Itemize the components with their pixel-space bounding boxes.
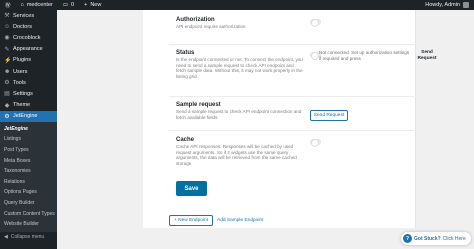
cache-description: Cache API responses. Responses will be c… — [176, 144, 297, 166]
add-sample-endpoint-link[interactable]: Add Sample Endpoint — [217, 218, 263, 223]
settings-icon: ▤ — [4, 91, 10, 98]
sidebar-item-users[interactable]: ☻ Users — [0, 66, 57, 77]
sidebar-item-label: JetEngine — [13, 113, 38, 120]
status-field: Status Is the endpoint connected or not.… — [176, 50, 436, 79]
sidebar-item-label: Services — [13, 12, 35, 19]
wrench-icon: ⚒ — [4, 13, 10, 20]
authorization-toggle[interactable] — [310, 19, 321, 27]
authorization-label: Authorization — [176, 17, 215, 23]
sidebar-item-label: Doctors — [13, 23, 32, 30]
sidebar-item-label: Appearance — [13, 46, 43, 53]
new-label: New — [90, 2, 102, 8]
submenu-item-query-builder[interactable]: Query Builder — [0, 198, 57, 209]
endpoint-settings-card: Authorization API endpoint require autho… — [143, 10, 436, 228]
wordpress-icon: Ⓦ — [5, 3, 11, 9]
sidebar-item-tools[interactable]: ⚙ Tools — [0, 77, 57, 88]
divider — [169, 130, 416, 131]
sidebar-item-label: Tools — [13, 79, 26, 86]
theme-icon: ◆ — [4, 102, 10, 109]
cache-toggle[interactable] — [310, 139, 321, 147]
new-endpoint-button[interactable]: + New Endpoint — [169, 215, 213, 226]
send-request-button[interactable]: Send Request — [310, 110, 348, 121]
sidebar-item-crocoblock[interactable]: ◉ Crocoblock — [0, 32, 57, 43]
help-label: Got Stuck? — [414, 235, 441, 242]
sample-request-label: Sample request — [176, 102, 221, 108]
cache-field: Cache Cache API responses. Responses wil… — [176, 137, 412, 166]
jetengine-submenu: JetEngine Listings Post Types Meta Boxes… — [0, 121, 57, 232]
crocoblock-icon: ◉ — [4, 35, 10, 42]
cache-label: Cache — [176, 137, 195, 143]
collapse-icon: ◀ — [4, 233, 8, 240]
admin-bar: Ⓦ ⌂ medcenter ▭ 0 + New Howdy, Admin — [0, 0, 474, 10]
divider — [169, 44, 416, 45]
submenu-item-website-builder[interactable]: Website Builder — [0, 219, 57, 230]
sidebar-item-label: Settings — [13, 90, 33, 97]
comments-link[interactable]: ▭ 0 — [58, 0, 79, 10]
tool-icon: ⚙ — [4, 80, 10, 87]
user-icon: ☻ — [4, 68, 11, 75]
plug-icon: ⚡ — [4, 57, 12, 64]
wp-logo-button[interactable]: Ⓦ — [0, 0, 16, 10]
submenu-item-jetengine[interactable]: JetEngine — [0, 124, 57, 135]
submenu-item-listings[interactable]: Listings — [0, 134, 57, 145]
sidebar-item-label: Plugins — [13, 57, 32, 64]
sidebar-item-settings[interactable]: ▤ Settings — [0, 88, 57, 99]
help-widget[interactable]: ? Got Stuck? Click Here — [401, 232, 471, 245]
endpoint-actions: + New Endpoint Add Sample Endpoint — [169, 215, 263, 226]
sample-request-description: Send a sample request to check API endpo… — [176, 109, 302, 120]
site-name-link[interactable]: ⌂ medcenter — [16, 0, 58, 10]
site-name: medcenter — [26, 2, 53, 8]
sidebar-item-doctors[interactable]: ☺ Doctors — [0, 21, 57, 32]
sidebar-item-plugins[interactable]: ⚡ Plugins — [0, 55, 57, 66]
avatar — [463, 2, 469, 8]
sidebar-item-label: Crocoblock — [13, 34, 41, 41]
sidebar-item-label: Theme — [13, 102, 31, 109]
status-send-request-link[interactable]: Send Request — [412, 50, 442, 62]
help-icon: ? — [403, 234, 412, 243]
jetengine-icon: ⚙ — [4, 113, 10, 120]
status-message: Not connected. Set up authorization sett… — [319, 50, 410, 61]
comment-icon: ▭ — [62, 2, 69, 8]
sidebar-item-jetengine[interactable]: ⚙ JetEngine — [0, 110, 57, 122]
new-content-link[interactable]: + New — [79, 0, 106, 10]
sidebar-item-services[interactable]: ⚒ Services — [0, 10, 57, 21]
authorization-field: Authorization API endpoint require autho… — [176, 17, 412, 30]
sidebar-item-theme[interactable]: ◆ Theme — [0, 100, 57, 111]
status-description: Is the endpoint connected or not. To con… — [176, 57, 303, 79]
plus-icon: + — [84, 2, 88, 8]
divider — [169, 96, 416, 97]
person-icon: ☺ — [4, 23, 11, 30]
submenu-item-relations[interactable]: Relations — [0, 177, 57, 188]
home-icon: ⌂ — [20, 2, 24, 8]
submenu-item-options-pages[interactable]: Options Pages — [0, 187, 57, 198]
submenu-item-taxonomies[interactable]: Taxonomies — [0, 166, 57, 177]
brush-icon: ✎ — [4, 46, 10, 53]
help-link[interactable]: Click Here — [443, 236, 466, 242]
greeting: Howdy, Admin — [425, 2, 460, 8]
admin-sidebar: ⚒ Services ☺ Doctors ◉ Crocoblock ✎ Appearan… — [0, 10, 57, 249]
sidebar-item-appearance[interactable]: ✎ Appearance — [0, 44, 57, 55]
sidebar-item-label: Users — [13, 68, 28, 75]
submenu-item-meta-boxes[interactable]: Meta Boxes — [0, 156, 57, 167]
authorization-description: API endpoint require authorization — [176, 24, 246, 29]
submenu-item-post-types[interactable]: Post Types — [0, 145, 57, 156]
collapse-menu-button[interactable]: ◀ Collapse menu — [0, 232, 57, 242]
save-button[interactable]: Save — [176, 181, 207, 196]
comments-count: 0 — [71, 2, 75, 8]
account-menu[interactable]: Howdy, Admin — [420, 0, 474, 10]
sample-request-field: Sample request Send a sample request to … — [176, 102, 412, 121]
collapse-label: Collapse menu — [10, 233, 45, 240]
submenu-item-custom-content-types[interactable]: Custom Content Types — [0, 209, 57, 220]
